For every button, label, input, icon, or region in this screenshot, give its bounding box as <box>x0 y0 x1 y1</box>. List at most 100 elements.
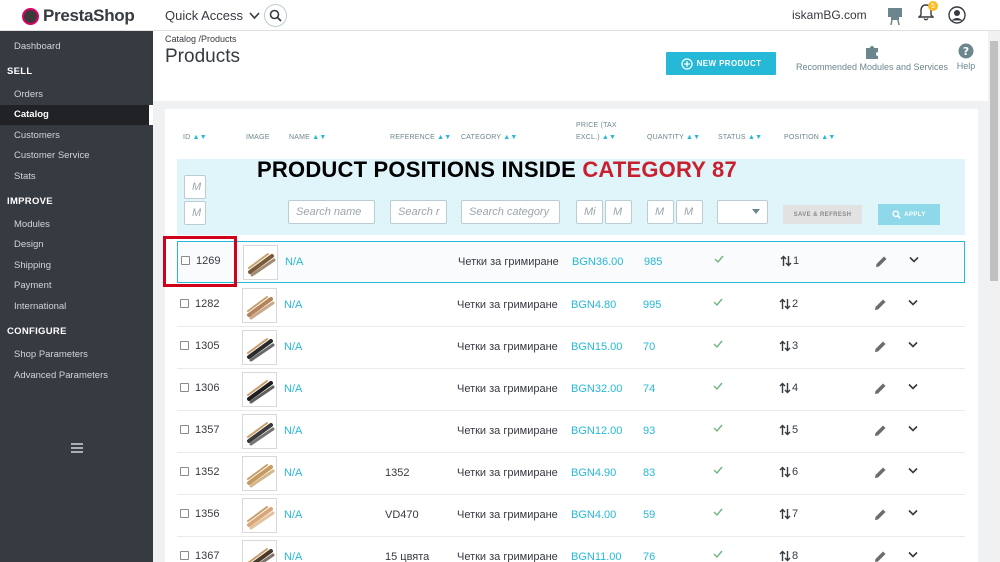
check-icon[interactable] <box>713 297 723 307</box>
product-thumbnail[interactable] <box>242 288 277 323</box>
product-name-link[interactable]: N/A <box>284 467 302 479</box>
filter-price-max-input[interactable]: M <box>605 200 632 224</box>
filter-price-min-input[interactable]: Mi <box>576 200 603 224</box>
row-checkbox[interactable] <box>180 509 189 518</box>
recommended-modules-button[interactable]: Recommended Modules and Services <box>794 43 950 72</box>
sidebar-item-stats[interactable]: Stats <box>0 167 153 187</box>
column-header-category[interactable]: CATEGORY ▲▼ <box>461 134 518 141</box>
table-row[interactable]: 1356 N/A VD470 Четки за гримиране BGN4.00 59 7 <box>177 495 965 537</box>
product-quantity-link[interactable]: 74 <box>643 383 655 395</box>
table-row[interactable]: 1352 N/A 1352 Четки за гримиране BGN4.90 83 6 <box>177 453 965 495</box>
product-name-link[interactable]: N/A <box>284 383 302 395</box>
drag-sort-icon[interactable] <box>779 382 791 394</box>
edit-pencil-icon[interactable] <box>874 550 887 562</box>
product-thumbnail[interactable] <box>242 498 277 533</box>
product-price-link[interactable]: BGN12.00 <box>571 425 622 437</box>
row-checkbox[interactable] <box>180 299 189 308</box>
scrollbar-thumb[interactable] <box>990 41 998 281</box>
product-thumbnail[interactable] <box>242 372 277 407</box>
product-quantity-link[interactable]: 995 <box>643 299 661 311</box>
filter-name-input[interactable]: Search name <box>288 200 375 224</box>
sidebar-item-catalog[interactable]: Catalog <box>0 105 153 125</box>
table-row[interactable]: 1305 N/A Четки за гримиране BGN15.00 70 3 <box>177 327 965 369</box>
check-icon[interactable] <box>713 339 723 349</box>
help-button[interactable]: ? Help <box>954 43 978 71</box>
sidebar-item-shipping[interactable]: Shipping <box>0 256 153 276</box>
table-row[interactable]: 1269 N/A Четки за гримиране BGN36.00 985 1 <box>177 241 965 283</box>
product-quantity-link[interactable]: 76 <box>643 551 655 562</box>
product-name-link[interactable]: N/A <box>284 551 302 562</box>
product-name-link[interactable]: N/A <box>284 425 302 437</box>
sidebar-item-customers[interactable]: Customers <box>0 126 153 146</box>
edit-pencil-icon[interactable] <box>874 508 887 521</box>
sort-icon[interactable]: ▲▼ <box>503 134 517 141</box>
column-header-position[interactable]: POSITION ▲▼ <box>784 134 835 141</box>
product-position[interactable]: 5 <box>779 424 798 436</box>
product-price-link[interactable]: BGN11.00 <box>571 551 622 562</box>
product-position[interactable]: 4 <box>779 382 798 394</box>
product-price-link[interactable]: BGN4.90 <box>571 467 616 479</box>
sidebar-item-payment[interactable]: Payment <box>0 276 153 296</box>
sidebar-item-dashboard[interactable]: Dashboard <box>0 37 153 57</box>
product-name-link[interactable]: N/A <box>284 341 302 353</box>
check-icon[interactable] <box>714 254 724 264</box>
breadcrumb[interactable]: Catalog /Products <box>165 34 237 44</box>
column-header-reference[interactable]: REFERENCE ▲▼ <box>390 134 451 141</box>
drag-sort-icon[interactable] <box>779 466 791 478</box>
product-name-link[interactable]: N/A <box>284 299 302 311</box>
table-row[interactable]: 1367 N/A 15 цвята Четки за гримиране BGN11.0… <box>177 537 965 562</box>
drag-sort-icon[interactable] <box>779 340 791 352</box>
sidebar-item-shop-parameters[interactable]: Shop Parameters <box>0 345 153 365</box>
chevron-down-icon[interactable] <box>908 341 918 349</box>
chevron-down-icon[interactable] <box>908 383 918 391</box>
chevron-down-icon[interactable] <box>908 509 918 517</box>
menu-collapse-icon[interactable] <box>71 443 83 453</box>
drag-sort-icon[interactable] <box>779 550 791 562</box>
filter-id-max-input[interactable]: M <box>184 201 206 225</box>
chevron-down-icon[interactable] <box>908 551 918 559</box>
chevron-down-icon[interactable] <box>909 256 919 264</box>
logo[interactable]: PrestaShop <box>22 6 135 26</box>
column-header-id[interactable]: ID ▲▼ <box>183 134 207 141</box>
product-thumbnail[interactable] <box>242 540 277 562</box>
quick-access-dropdown[interactable]: Quick Access <box>165 8 260 23</box>
sort-icon[interactable]: ▲▼ <box>312 134 326 141</box>
check-icon[interactable] <box>713 465 723 475</box>
product-thumbnail[interactable] <box>242 330 277 365</box>
sidebar-item-advanced-parameters[interactable]: Advanced Parameters <box>0 366 153 386</box>
sort-icon[interactable]: ▲▼ <box>821 134 835 141</box>
product-price-link[interactable]: BGN36.00 <box>572 256 623 268</box>
row-checkbox[interactable] <box>180 341 189 350</box>
shop-name-link[interactable]: iskamBG.com <box>792 8 867 22</box>
check-icon[interactable] <box>713 507 723 517</box>
column-header-name[interactable]: NAME ▲▼ <box>289 134 326 141</box>
product-position[interactable]: 1 <box>780 255 799 267</box>
table-row[interactable]: 1357 N/A Четки за гримиране BGN12.00 93 5 <box>177 411 965 453</box>
chevron-down-icon[interactable] <box>908 299 918 307</box>
product-position[interactable]: 8 <box>779 550 798 562</box>
filter-category-input[interactable]: Search category <box>461 200 560 224</box>
table-row[interactable]: 1306 N/A Четки за гримиране BGN32.00 74 4 <box>177 369 965 411</box>
table-row[interactable]: 1282 N/A Четки за гримиране BGN4.80 995 2 <box>177 285 965 327</box>
product-quantity-link[interactable]: 70 <box>643 341 655 353</box>
sidebar-item-customer-service[interactable]: Customer Service <box>0 146 153 166</box>
row-checkbox[interactable] <box>180 383 189 392</box>
product-thumbnail[interactable] <box>242 456 277 491</box>
product-price-link[interactable]: BGN4.80 <box>571 299 616 311</box>
chevron-down-icon[interactable] <box>908 425 918 433</box>
edit-pencil-icon[interactable] <box>874 298 887 311</box>
filter-id-min-input[interactable]: M <box>184 175 206 199</box>
edit-pencil-icon[interactable] <box>874 466 887 479</box>
scrollbar[interactable] <box>988 31 1000 562</box>
drag-sort-icon[interactable] <box>779 508 791 520</box>
sort-icon[interactable]: ▲▼ <box>193 134 207 141</box>
save-refresh-button[interactable]: SAVE & REFRESH <box>783 205 862 224</box>
check-icon[interactable] <box>713 423 723 433</box>
cart-icon[interactable] <box>886 6 904 26</box>
edit-pencil-icon[interactable] <box>874 382 887 395</box>
drag-sort-icon[interactable] <box>779 298 791 310</box>
check-icon[interactable] <box>713 381 723 391</box>
column-header-price[interactable]: PRICE (TAX <box>576 122 617 129</box>
drag-sort-icon[interactable] <box>780 255 792 267</box>
edit-pencil-icon[interactable] <box>875 255 888 268</box>
